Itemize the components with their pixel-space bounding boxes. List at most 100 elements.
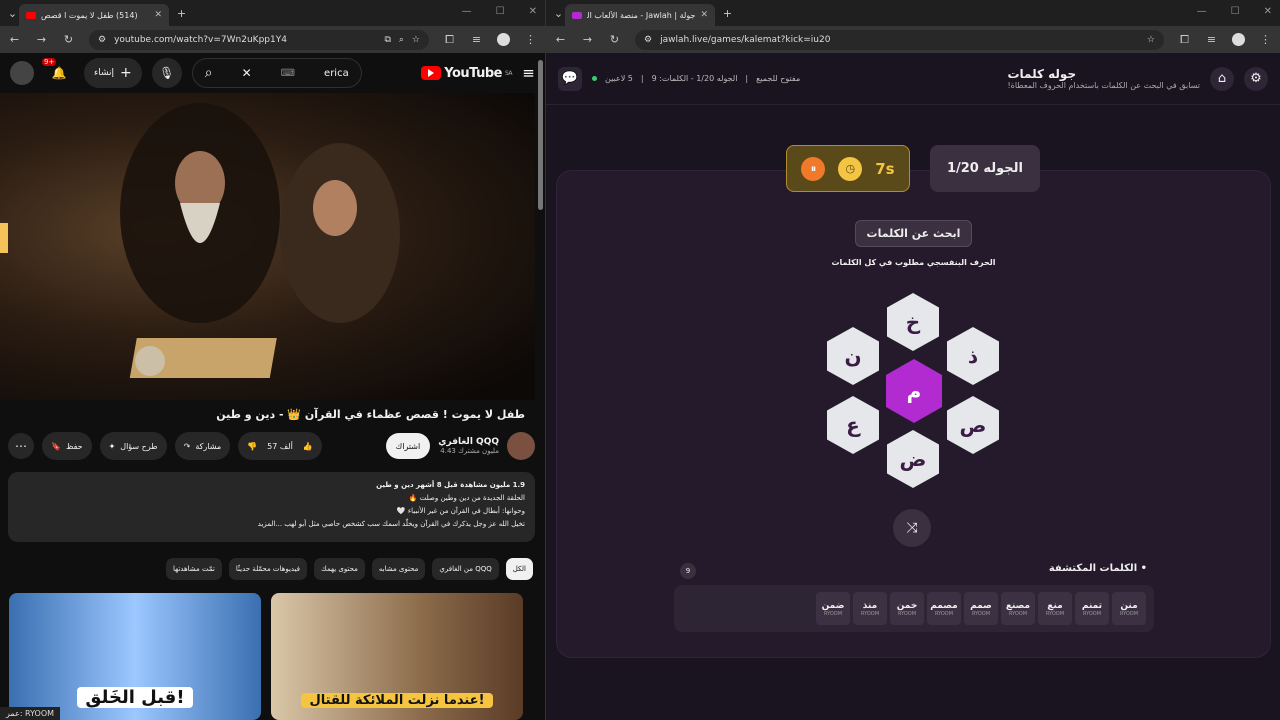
- create-label: إنشاء: [94, 68, 115, 78]
- minimize-icon[interactable]: —: [462, 6, 472, 17]
- search-input[interactable]: erica: [324, 68, 349, 79]
- tab-youtube[interactable]: (514) طفل لا يموت ا قصص ✕: [19, 4, 169, 26]
- like-icon[interactable]: 👍: [303, 442, 313, 451]
- new-tab-icon[interactable]: +: [721, 7, 734, 20]
- chip-watched[interactable]: تمّت مشاهدتها: [165, 558, 222, 580]
- create-button[interactable]: إنشاء +: [84, 58, 142, 88]
- dislike-icon[interactable]: 👎: [247, 442, 257, 451]
- back-icon[interactable]: ←: [554, 33, 567, 46]
- channel-name[interactable]: الغافري QQQ: [438, 437, 499, 447]
- chip-for-you[interactable]: محتوى يهمك: [314, 558, 365, 580]
- forward-icon[interactable]: →: [35, 33, 48, 46]
- found-word: صمم RYOOM: [964, 592, 998, 625]
- word-text: ضمن: [821, 600, 845, 611]
- profile-avatar[interactable]: [1232, 33, 1245, 46]
- word-author: RYOOM: [1008, 610, 1028, 617]
- video-description[interactable]: 1.9 مليون مشاهدة قبل 8 أشهر دين و طين ال…: [8, 472, 535, 542]
- address-bar: ← → ↻ ⚙ youtube.com/watch?v=7Wn2uKpp1Y4 …: [0, 26, 545, 53]
- address-bar: ← → ↻ ⚙ jawlah.live/games/kalemat?kick=i…: [546, 26, 1280, 53]
- ask-label: طرح سؤال: [120, 441, 158, 451]
- word-text: مصمم: [930, 600, 958, 611]
- extensions-icon[interactable]: ⧠: [1178, 33, 1191, 46]
- tab-search-icon[interactable]: ⌄: [6, 7, 19, 20]
- voice-search-icon[interactable]: 🎙: [151, 58, 182, 88]
- menu-icon[interactable]: ⋮: [1259, 33, 1272, 46]
- save-button[interactable]: 🔖 حفظ: [42, 432, 92, 460]
- back-icon[interactable]: ←: [8, 33, 21, 46]
- description-line: الحلقة الجديدة من دين وطين وصلت 🔥: [408, 494, 525, 502]
- close-window-icon[interactable]: ✕: [1264, 6, 1272, 17]
- reload-icon[interactable]: ↻: [608, 33, 621, 46]
- online-dot: [592, 76, 597, 81]
- find-words-label: ابحث عن الكلمات: [855, 220, 972, 247]
- site-info-icon[interactable]: ⚙: [644, 35, 652, 45]
- new-tab-icon[interactable]: +: [175, 7, 188, 20]
- description-line: وحوانها: أبطال في القرآن من غير الأنبياء…: [396, 507, 525, 515]
- chip-from-channel[interactable]: من الغافري QQQ: [432, 558, 499, 580]
- forward-icon[interactable]: →: [581, 33, 594, 46]
- shuffle-button[interactable]: ⤨: [893, 509, 931, 547]
- media-icon[interactable]: ≡: [470, 33, 483, 46]
- maximize-icon[interactable]: ☐: [496, 6, 505, 17]
- more-actions-icon[interactable]: ⋯: [8, 433, 34, 459]
- subscribe-button[interactable]: اشتراك: [385, 433, 431, 459]
- chip-recent[interactable]: فيديوهات محمّلة حديثًا: [228, 558, 308, 580]
- jawlah-browser-window: ⌄ جولة | Jawlah - منصة الألعاب الذ ✕ + —…: [545, 0, 1280, 720]
- search-icon[interactable]: ⌕: [205, 65, 213, 81]
- channel-avatar[interactable]: [507, 432, 535, 460]
- search-box[interactable]: ⌕ ✕ ⌨ erica: [191, 58, 362, 88]
- chip-similar[interactable]: محتوى مشابه: [371, 558, 426, 580]
- round-indicator: الجوله 1/20: [930, 145, 1040, 192]
- url-field[interactable]: ⚙ youtube.com/watch?v=7Wn2uKpp1Y4 ⧉ ⌕ ☆: [89, 29, 429, 50]
- bookmark-icon[interactable]: ☆: [412, 35, 420, 45]
- clear-search-icon[interactable]: ✕: [242, 66, 252, 80]
- hamburger-menu-icon[interactable]: ≡: [522, 64, 535, 82]
- install-icon[interactable]: ⧉: [384, 35, 390, 45]
- related-video-thumbnail[interactable]: قبل الخَلق!: [9, 593, 261, 720]
- found-word: ضمن RYOOM: [816, 592, 850, 625]
- save-label: حفظ: [65, 441, 83, 451]
- bookmark-icon[interactable]: ☆: [1147, 35, 1155, 45]
- tab-search-icon[interactable]: ⌄: [552, 7, 565, 20]
- page-scrollbar[interactable]: [538, 60, 543, 210]
- minimize-icon[interactable]: —: [1197, 6, 1207, 17]
- subscriber-count: 4.43 مليون مشترك: [440, 447, 499, 455]
- found-count-badge: 9: [680, 563, 696, 579]
- settings-gear-icon[interactable]: ⚙: [1244, 66, 1268, 91]
- word-author: RYOOM: [1082, 610, 1102, 617]
- chip-all[interactable]: الكل: [505, 558, 533, 580]
- video-frame-illustration: [0, 103, 400, 378]
- close-tab-icon[interactable]: ✕: [700, 10, 708, 20]
- site-info-icon[interactable]: ⚙: [98, 35, 106, 45]
- close-tab-icon[interactable]: ✕: [154, 10, 162, 20]
- video-actions: ⋯ 🔖 حفظ ✦ طرح سؤال ↷ مشاركة 👎 57 ألف 👍 اشتر…: [8, 432, 535, 460]
- related-video-thumbnail[interactable]: عندما نزلت الملائكة للقتال!: [271, 593, 523, 720]
- game-subtitle: تسابق في البحث عن الكلمات باستخدام الحرو…: [1007, 81, 1200, 90]
- account-avatar[interactable]: [10, 61, 34, 85]
- ask-button[interactable]: ✦ طرح سؤال: [99, 432, 167, 460]
- close-window-icon[interactable]: ✕: [529, 6, 537, 17]
- youtube-logo[interactable]: YouTube SA: [421, 66, 513, 81]
- video-player[interactable]: [0, 93, 535, 400]
- channel-info[interactable]: الغافري QQQ 4.43 مليون مشترك: [438, 437, 499, 455]
- chat-icon[interactable]: 💬: [558, 66, 582, 91]
- zoom-icon[interactable]: ⌕: [399, 35, 404, 45]
- game-title-block: جوله كلمات تسابق في البحث عن الكلمات باس…: [1007, 67, 1200, 90]
- extensions-icon[interactable]: ⧠: [443, 33, 456, 46]
- share-button[interactable]: ↷ مشاركة: [174, 432, 231, 460]
- menu-icon[interactable]: ⋮: [524, 33, 537, 46]
- separator: |: [745, 74, 749, 83]
- word-text: خمن: [896, 600, 918, 611]
- url-field[interactable]: ⚙ jawlah.live/games/kalemat?kick=iu20 ☆: [635, 29, 1164, 50]
- keyboard-icon[interactable]: ⌨: [281, 68, 295, 79]
- profile-avatar[interactable]: [497, 33, 510, 46]
- reload-icon[interactable]: ↻: [62, 33, 75, 46]
- tab-jawlah[interactable]: جولة | Jawlah - منصة الألعاب الذ ✕: [565, 4, 715, 26]
- notifications-icon[interactable]: 🔔 9+: [42, 58, 74, 88]
- pause-button[interactable]: ⏸: [801, 156, 826, 181]
- maximize-icon[interactable]: ☐: [1231, 6, 1240, 17]
- found-words-list: منن RYOOM تمنم RYOOM منع RYOOM مصنع RYOOM صم…: [674, 585, 1154, 632]
- media-icon[interactable]: ≡: [1205, 33, 1218, 46]
- home-icon[interactable]: ⌂: [1210, 66, 1234, 91]
- like-count[interactable]: 57 ألف: [267, 442, 293, 451]
